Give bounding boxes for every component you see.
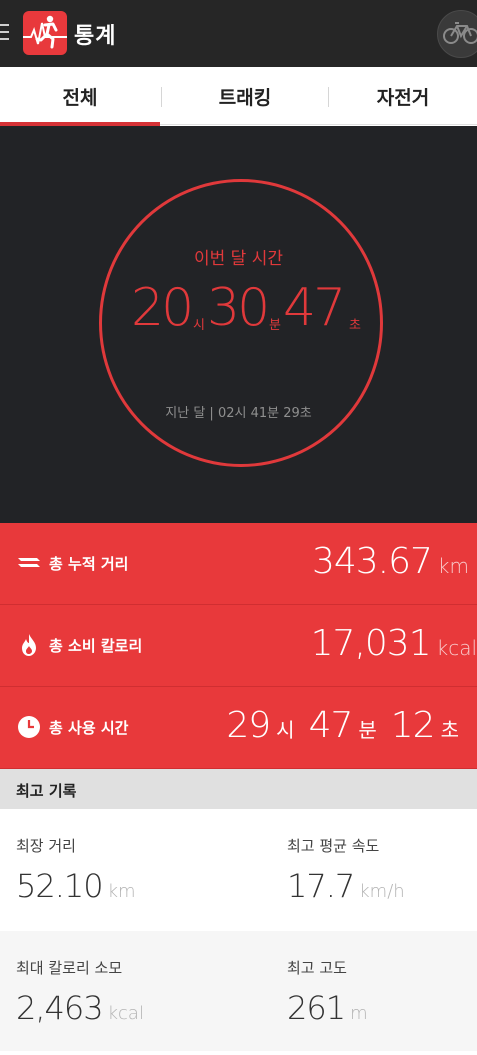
record-max-calories: 최대 칼로리 소모 2,463 kcal [16, 931, 256, 1051]
clock-icon [17, 715, 41, 739]
record-label: 최고 평균 속도 [287, 837, 380, 855]
month-time-label: 이번 달 시간 [193, 249, 283, 269]
stat-label: 총 소비 칼로리 [49, 637, 143, 655]
stat-label: 총 사용 시간 [49, 719, 129, 737]
runner-logo-icon[interactable] [23, 11, 67, 55]
record-longest-distance: 최장 거리 52.10 km [16, 809, 256, 929]
record-max-altitude: 최고 고도 261 m [287, 931, 477, 1051]
page-title: 통계 [74, 24, 117, 49]
flame-icon [17, 633, 41, 657]
seconds-unit: 초 [349, 318, 361, 333]
last-month-time: 지난 달 | 02시 41분 29초 [165, 406, 312, 421]
tab-tracking[interactable]: 트래킹 [162, 67, 328, 125]
hours-value: 20 [131, 278, 194, 338]
bicycle-icon[interactable] [437, 10, 477, 58]
stat-value: 29 시 47 분 12 초 [226, 705, 459, 746]
minutes-unit: 분 [269, 318, 281, 333]
stat-row-time: 총 사용 시간 29 시 47 분 12 초 [0, 687, 477, 769]
stat-row-calories: 총 소비 칼로리 17,031 kcal [0, 605, 477, 687]
hamburger-menu-icon[interactable] [0, 24, 10, 42]
record-label: 최장 거리 [16, 837, 76, 855]
app-header: 통계 [0, 0, 477, 67]
stat-value: 343.67 km [311, 541, 469, 582]
minutes-value: 30 [207, 278, 270, 338]
tab-bar: 전체 트래킹 자전거 [0, 67, 477, 125]
tab-all[interactable]: 전체 [0, 67, 160, 125]
record-best-avg-speed: 최고 평균 속도 17.7 km/h [287, 809, 477, 929]
records-row: 최장 거리 52.10 km 최고 평균 속도 17.7 km/h [0, 809, 477, 929]
records-title: 최고 기록 [16, 782, 77, 800]
hours-unit: 시 [193, 318, 205, 333]
stat-row-distance: 총 누적 거리 343.67 km [0, 523, 477, 605]
record-value: 261 m [287, 989, 368, 1027]
records-row: 최대 칼로리 소모 2,463 kcal 최고 고도 261 m [0, 931, 477, 1051]
record-label: 최고 고도 [287, 959, 347, 977]
record-label: 최대 칼로리 소모 [16, 959, 123, 977]
distance-road-icon [17, 551, 41, 575]
record-value: 52.10 km [16, 867, 136, 905]
stat-label: 총 누적 거리 [49, 555, 129, 573]
seconds-value: 47 [283, 278, 346, 338]
record-value: 17.7 km/h [287, 867, 405, 905]
stat-value: 17,031 kcal [310, 623, 477, 664]
tab-bicycle[interactable]: 자전거 [329, 67, 477, 125]
record-value: 2,463 kcal [16, 989, 144, 1027]
records-header: 최고 기록 [0, 769, 477, 809]
